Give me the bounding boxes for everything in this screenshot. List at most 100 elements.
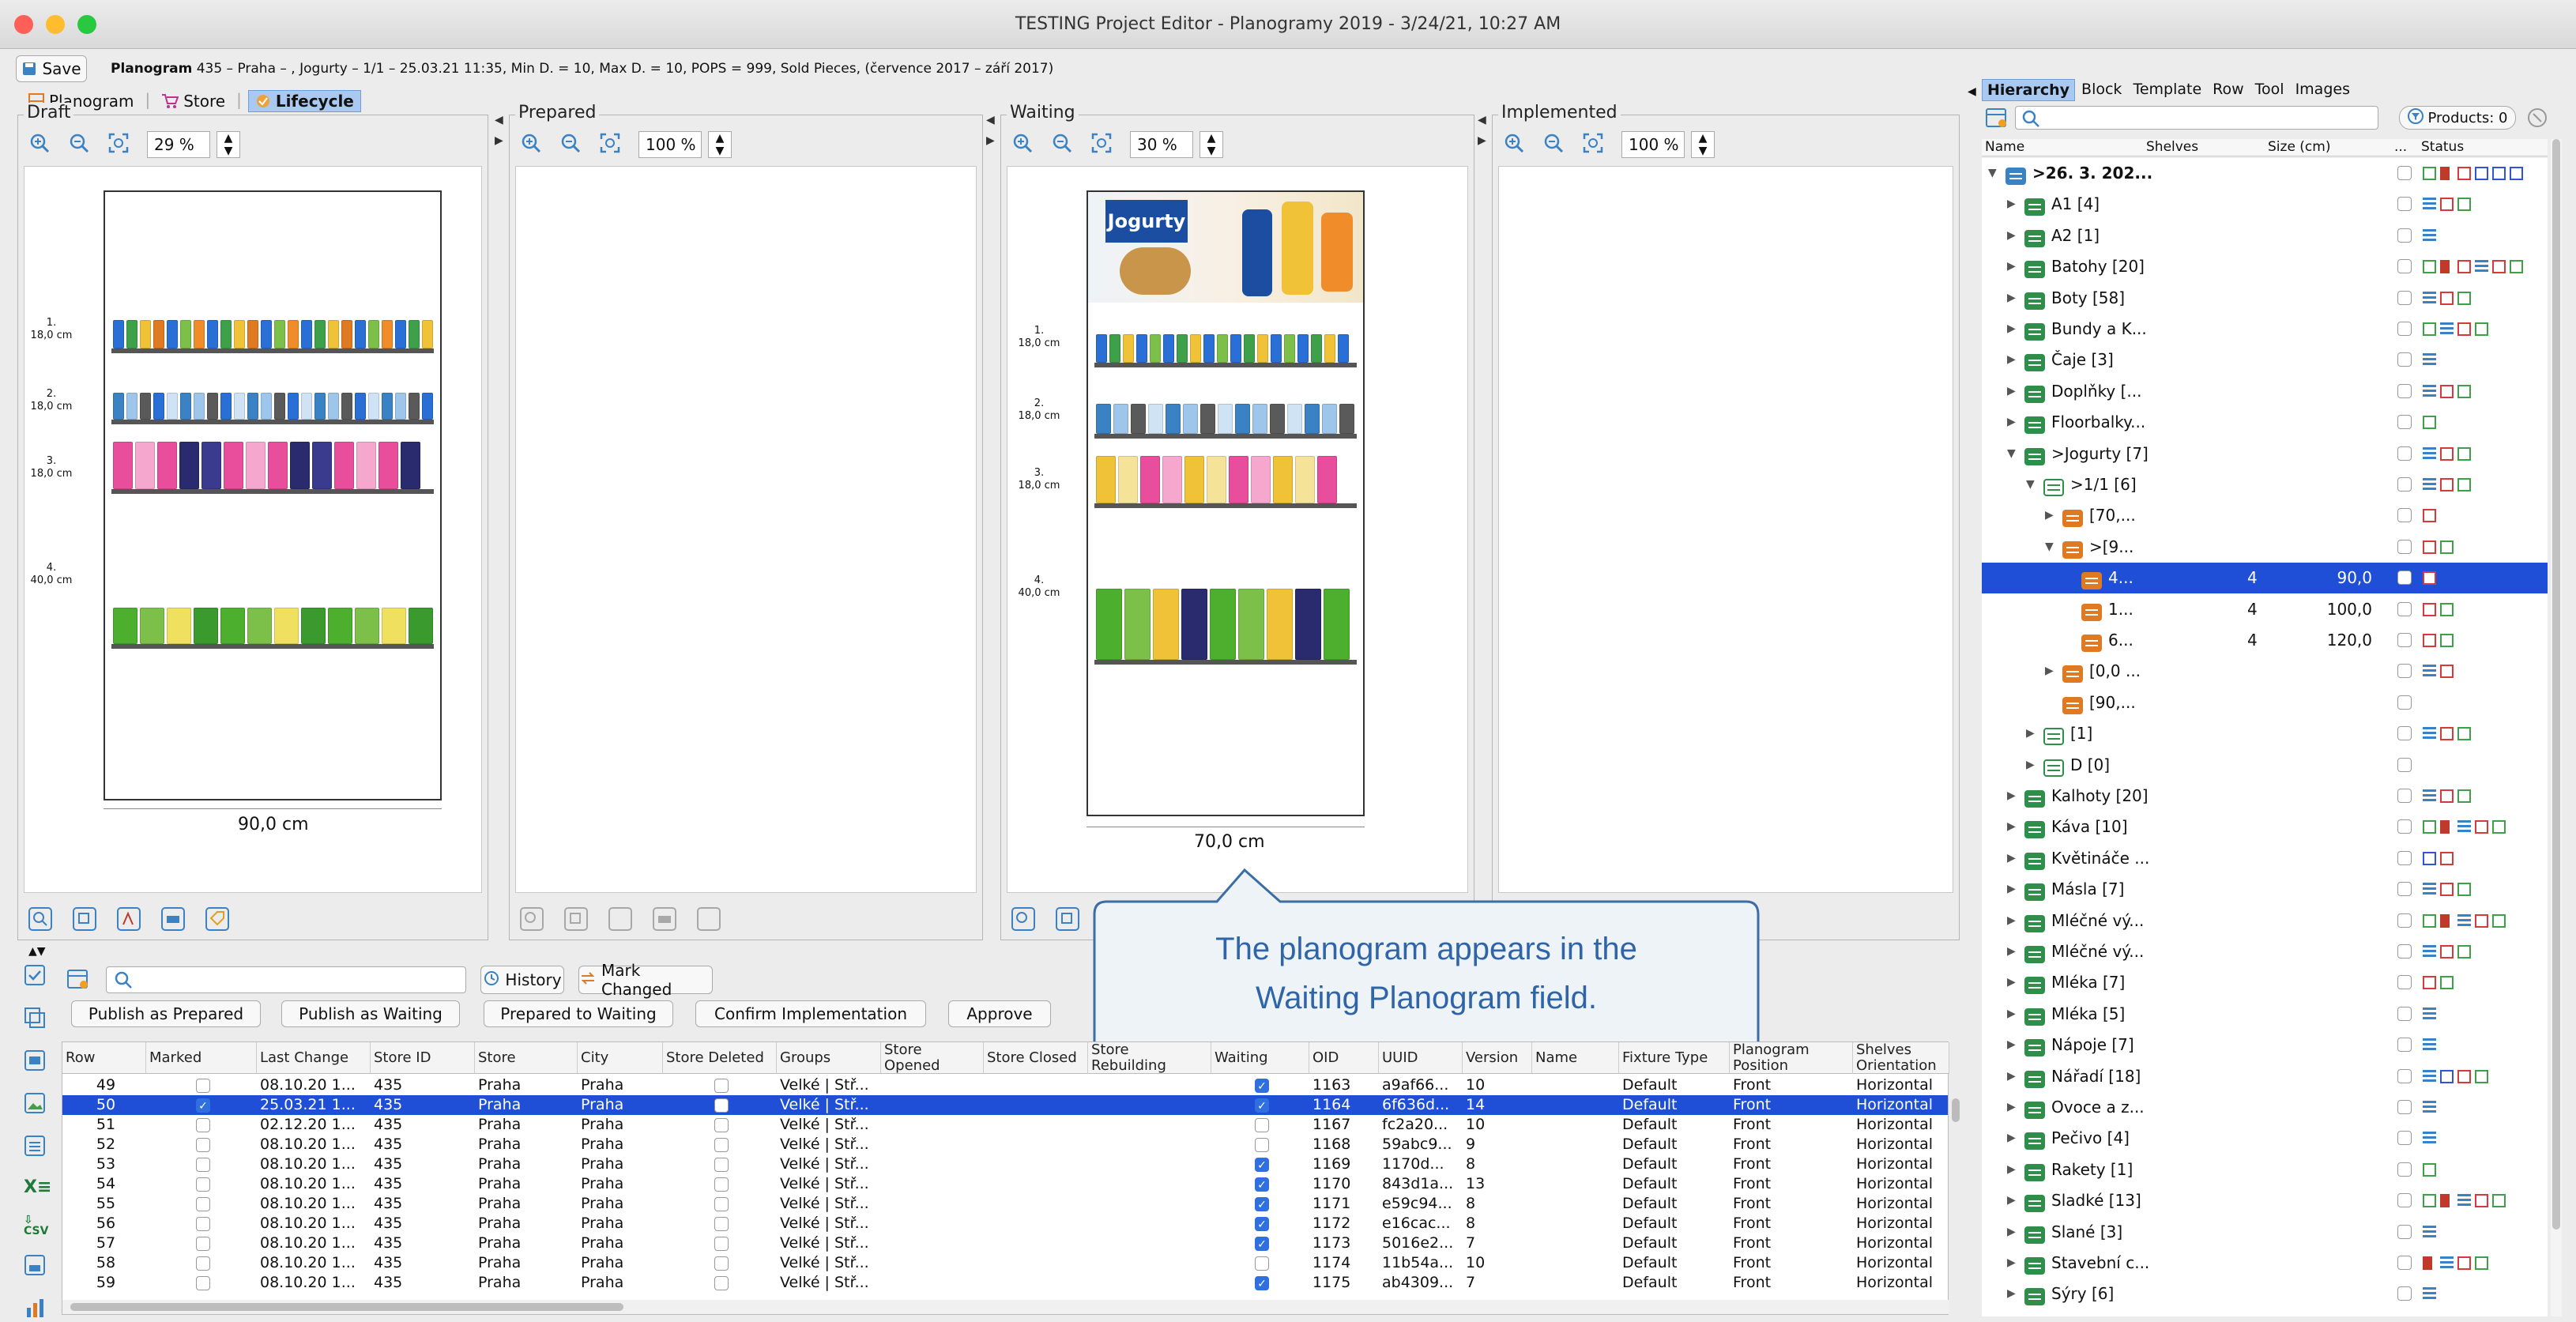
minimize-window-button[interactable] [46, 15, 65, 34]
product-facing[interactable] [140, 608, 164, 644]
expand-icon[interactable]: ▶ [2007, 283, 2016, 314]
product-facing[interactable] [1229, 456, 1248, 503]
products-filter-button[interactable]: Products: 0 [2399, 106, 2516, 130]
product-facing[interactable] [1190, 334, 1201, 363]
zoom-in-icon[interactable] [1503, 132, 1525, 157]
csv-icon[interactable]: ⇩ CSV [24, 1215, 51, 1237]
tree-checkbox[interactable] [2397, 1193, 2412, 1208]
product-facing[interactable] [1162, 456, 1182, 503]
tree-checkbox[interactable] [2397, 166, 2412, 180]
checkbox[interactable] [714, 1117, 729, 1132]
expand-icon[interactable]: ▶ [2007, 936, 2016, 967]
product-facing[interactable] [328, 393, 339, 420]
product-facing[interactable] [1287, 404, 1302, 434]
tree-checkbox[interactable] [2397, 850, 2412, 865]
export-icon[interactable] [24, 1049, 51, 1075]
tree-row[interactable]: ▶ Rakety [1] [1982, 1154, 2548, 1185]
expand-icon[interactable]: ▶ [2007, 1248, 2016, 1279]
checkbox[interactable] [1255, 1256, 1269, 1271]
column-header-store-opened[interactable]: Store Opened [881, 1042, 984, 1074]
product-facing[interactable] [1238, 589, 1264, 660]
product-facing[interactable] [247, 608, 272, 644]
product-facing[interactable] [314, 320, 326, 348]
publish-as-waiting-button[interactable]: Publish as Waiting [281, 1000, 460, 1027]
image-icon[interactable] [24, 1092, 51, 1117]
close-window-button[interactable] [14, 15, 33, 34]
right-tab-block[interactable]: Block [2077, 79, 2126, 101]
product-facing[interactable] [1096, 334, 1107, 363]
tree-checkbox[interactable] [2397, 757, 2412, 772]
product-facing[interactable] [422, 320, 433, 348]
expand-icon[interactable]: ▶ [2007, 1217, 2016, 1248]
tree-checkbox[interactable] [2397, 1162, 2412, 1177]
checkbox[interactable] [1255, 1117, 1269, 1132]
product-facing[interactable] [1339, 404, 1354, 434]
tree-checkbox[interactable] [2397, 882, 2412, 897]
tree-row[interactable]: ▶ [1] [1982, 718, 2548, 749]
column-header-marked[interactable]: Marked [146, 1042, 257, 1074]
product-facing[interactable] [1271, 334, 1282, 363]
checkbox[interactable] [196, 1275, 210, 1290]
product-facing[interactable] [1270, 404, 1285, 434]
product-facing[interactable] [140, 320, 151, 348]
tree-row[interactable]: ▶ Káva [10] [1982, 812, 2548, 842]
tree-search-input[interactable] [2015, 106, 2378, 130]
column-header-uuid[interactable]: UUID [1379, 1042, 1463, 1074]
tree-row[interactable]: ▶ A1 [4] [1982, 189, 2548, 220]
product-facing[interactable] [1200, 404, 1215, 434]
product-facing[interactable] [220, 608, 245, 644]
column-header-city[interactable]: City [578, 1042, 663, 1074]
product-facing[interactable] [1230, 334, 1241, 363]
checkbox[interactable] [714, 1157, 729, 1172]
prepared-canvas[interactable] [515, 166, 977, 893]
checkbox[interactable] [714, 1196, 729, 1211]
expand-icon[interactable]: ▶ [2007, 812, 2016, 842]
checkbox[interactable] [196, 1256, 210, 1271]
column-header-store-rebuilding[interactable]: Store Rebuilding [1088, 1042, 1211, 1074]
pdf-icon[interactable] [117, 907, 141, 934]
product-facing[interactable] [355, 608, 379, 644]
waiting-canvas[interactable]: Jogurty 70,0 cm 1. 18,0 cm 2. 18,0 cm 3. 18… [1007, 166, 1468, 893]
product-facing[interactable] [274, 320, 285, 348]
product-facing[interactable] [1338, 334, 1349, 363]
product-facing[interactable] [355, 320, 366, 348]
tree-checkbox[interactable] [2397, 1256, 2412, 1270]
checkbox[interactable]: ✓ [1255, 1078, 1269, 1093]
tree-row[interactable]: 1... 4 100,0 [1982, 594, 2548, 625]
product-facing[interactable] [113, 608, 137, 644]
zoom-in-icon[interactable] [520, 132, 542, 157]
chart-icon[interactable] [24, 1297, 51, 1322]
bottom-search-input[interactable] [106, 966, 466, 993]
product-facing[interactable] [1324, 589, 1350, 660]
zoom-stepper[interactable]: ▲ ▼ [1691, 131, 1715, 158]
print-icon[interactable] [653, 907, 676, 934]
product-facing[interactable] [1217, 334, 1228, 363]
product-facing[interactable] [126, 320, 137, 348]
tree-checkbox[interactable] [2397, 601, 2412, 616]
product-facing[interactable] [207, 320, 218, 348]
product-facing[interactable] [1284, 334, 1295, 363]
product-facing[interactable] [334, 442, 354, 489]
product-facing[interactable] [1131, 404, 1146, 434]
tab-store[interactable]: Store [156, 90, 230, 112]
product-facing[interactable] [409, 320, 420, 348]
clear-filter-icon[interactable] [2527, 107, 2548, 131]
checkbox[interactable] [196, 1216, 210, 1231]
table-row[interactable]: 53 08.10.20 1... 435 Praha Praha Velké | Stř.… [62, 1154, 1948, 1174]
product-facing[interactable] [1148, 404, 1163, 434]
zoom-out-icon[interactable] [1051, 132, 1073, 157]
tree-checkbox[interactable] [2397, 1286, 2412, 1301]
product-facing[interactable] [194, 393, 205, 420]
table-row[interactable]: 49 08.10.20 1... 435 Praha Praha Velké | Stř.… [62, 1075, 1948, 1095]
tree-row[interactable]: ▶ Mléka [5] [1982, 999, 2548, 1030]
expand-icon[interactable]: ▶ [2007, 407, 2016, 438]
product-facing[interactable] [301, 608, 326, 644]
save-button[interactable]: Save [16, 55, 87, 82]
column-header-store-closed[interactable]: Store Closed [984, 1042, 1088, 1074]
product-facing[interactable] [356, 442, 376, 489]
product-facing[interactable] [1218, 404, 1233, 434]
implemented-zoom-input[interactable]: 100 % [1621, 131, 1685, 158]
expand-icon[interactable]: ▶ [2007, 874, 2016, 905]
tree-checkbox[interactable] [2397, 695, 2412, 710]
zoom-stepper[interactable]: ▲ ▼ [708, 131, 732, 158]
